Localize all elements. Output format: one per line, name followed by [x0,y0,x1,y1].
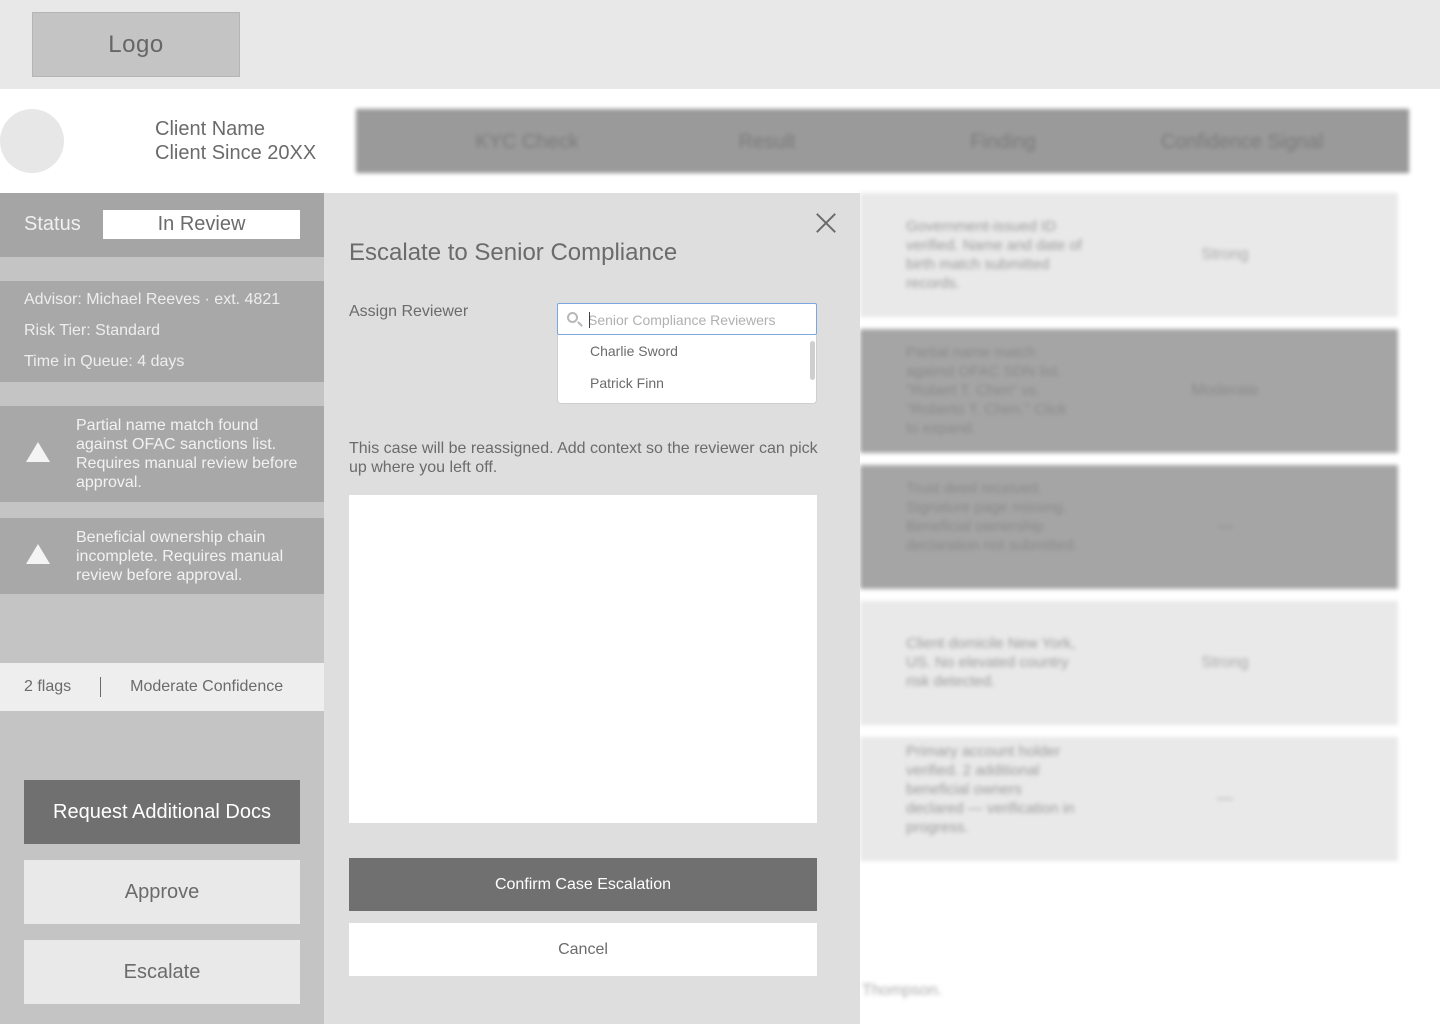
warning-icon [26,442,50,462]
client-name: Client Name [155,118,266,140]
queue-time-info: Time in Queue: 4 days [24,353,185,370]
client-since: Client Since 20XX [155,142,317,164]
reviewer-search-input[interactable] [588,308,810,332]
status-badge: In Review [103,210,300,239]
flag-text: Partial name match found against OFAC sa… [76,417,298,491]
signal-cell: — [1217,790,1233,807]
risk-tier-info: Risk Tier: Standard [24,322,161,339]
text-cursor [589,312,590,328]
table-row[interactable]: Primary account holder verified. 2 addit… [860,737,1398,861]
footer-note: Thompson. [862,982,943,999]
advisor-info: Advisor: Michael Reeves · ext. 4821 [24,291,281,308]
escalate-button[interactable]: Escalate [24,940,300,1004]
table-row[interactable]: Trust deed received. Signature page miss… [860,465,1398,589]
finding-cell: Client domicile New York, US. No elevate… [906,635,1076,690]
column-header-result: Result [738,130,796,153]
confidence-level: Moderate Confidence [130,678,284,695]
modal-title: Escalate to Senior Compliance [349,239,678,266]
reviewer-option-patrick-finn[interactable]: Patrick Finn [590,375,664,391]
close-icon[interactable] [812,208,840,236]
signal-cell: Strong [1201,654,1249,671]
approve-button[interactable]: Approve [24,860,300,924]
context-instructions: This case will be reassigned. Add contex… [349,440,818,476]
flag-card[interactable]: Beneficial ownership chain incomplete. R… [0,518,324,594]
finding-cell: Primary account holder verified. 2 addit… [906,743,1075,836]
logo[interactable]: Logo [32,12,240,77]
dropdown-scrollbar[interactable] [810,341,815,380]
search-icon [567,312,578,323]
signal-cell: — [1217,518,1233,535]
cancel-button[interactable]: Cancel [349,923,817,976]
flag-count: 2 flags [24,678,72,695]
table-row[interactable]: Partial name match against OFAC SDN list… [860,329,1398,453]
column-header-finding: Finding [970,130,1036,153]
signal-cell: Moderate [1191,382,1259,399]
warning-icon [26,544,50,564]
divider [100,677,102,697]
avatar [0,109,64,173]
table-row[interactable]: Client domicile New York, US. No elevate… [860,601,1398,725]
request-additional-docs-button[interactable]: Request Additional Docs [24,780,300,844]
confirm-escalation-button[interactable]: Confirm Case Escalation [349,858,817,911]
context-textarea[interactable] [349,495,817,823]
table-row[interactable]: Government-issued ID verified. Name and … [860,193,1398,317]
finding-cell: Trust deed received. Signature page miss… [906,480,1078,554]
flag-summary: 2 flags Moderate Confidence [0,663,324,711]
reviewer-dropdown: Charlie Sword Patrick Finn [557,335,817,404]
column-header-confidence-signal: Confidence Signal [1160,130,1324,153]
reviewer-search-box[interactable] [557,303,817,335]
reviewer-option-charlie-sword[interactable]: Charlie Sword [590,343,678,359]
assign-reviewer-label: Assign Reviewer [349,303,469,320]
flag-text: Beneficial ownership chain incomplete. R… [76,529,284,584]
column-header-kyc-check: KYC Check [475,130,579,153]
finding-cell: Government-issued ID verified. Name and … [906,218,1082,292]
status-label: Status [24,213,81,235]
table-header: KYC Check Result Finding Confidence Sign… [356,109,1409,173]
finding-cell: Partial name match against OFAC SDN list… [906,344,1067,437]
flag-card[interactable]: Partial name match found against OFAC sa… [0,406,324,502]
signal-cell: Strong [1201,246,1249,263]
